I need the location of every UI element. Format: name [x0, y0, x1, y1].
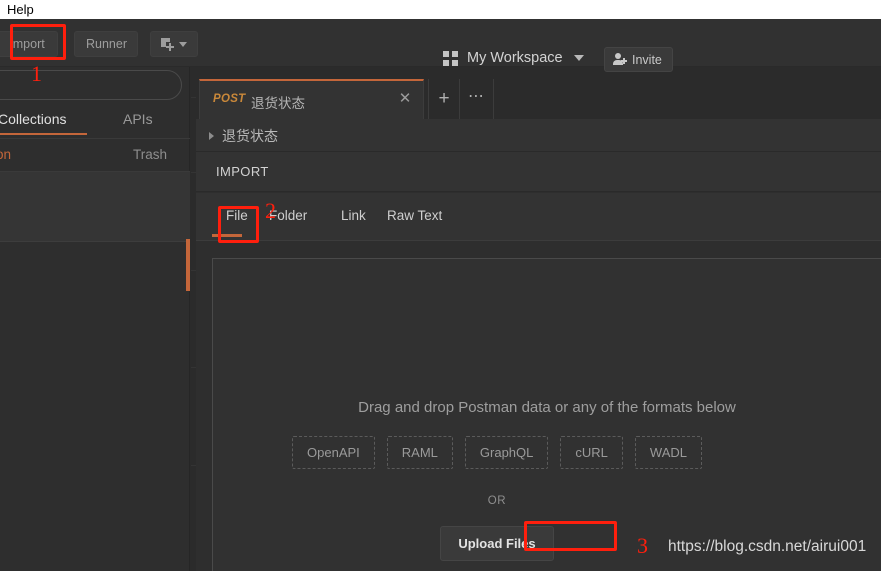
request-method-badge: POST [213, 93, 246, 105]
sidebar-tab-collections-label: Collections [0, 111, 67, 127]
format-chip-list: OpenAPI RAML GraphQL cURL WADL [213, 436, 881, 469]
person-add-icon [613, 53, 627, 66]
sidebar-tab-apis[interactable]: APIs [123, 111, 153, 127]
request-tabstrip: POST 退货状态 ✕ + ⋯ [196, 78, 881, 119]
format-chip-wadl[interactable]: WADL [634, 436, 702, 469]
app-window: Help Import Runner My Workspace Invite C… [0, 0, 881, 571]
workspace-label: My Workspace [467, 50, 563, 66]
active-tab-underline [212, 234, 242, 237]
page-title: IMPORT [216, 164, 269, 179]
breadcrumb: 退货状态 [196, 119, 881, 152]
sidebar-search[interactable] [0, 70, 182, 100]
annotation-number-3: 3 [637, 533, 648, 558]
new-button[interactable] [150, 31, 198, 57]
invite-label: Invite [632, 52, 662, 67]
new-square-plus-icon [161, 37, 175, 51]
breadcrumb-label: 退货状态 [222, 128, 278, 144]
import-button[interactable]: Import [0, 31, 58, 57]
plus-icon[interactable]: + [428, 79, 460, 119]
tab-raw-text[interactable]: Raw Text [387, 208, 442, 223]
sidebar-tab-collections[interactable]: Collections [0, 111, 87, 135]
search-input[interactable] [0, 70, 182, 100]
watermark-text: https://blog.csdn.net/airui001 [668, 538, 867, 555]
sidebar-actions-row: on Trash [0, 140, 190, 172]
invite-button[interactable]: Invite [604, 47, 673, 72]
close-icon[interactable]: ✕ [398, 91, 412, 106]
chevron-right-icon[interactable] [209, 132, 214, 140]
upload-files-button[interactable]: Upload Files [440, 526, 554, 561]
trash-link[interactable]: Trash [133, 147, 167, 162]
request-tab-title: 退货状态 [251, 96, 305, 111]
sidebar-scrollbar[interactable] [186, 239, 190, 291]
tab-file-label: File [226, 208, 248, 223]
ellipsis-icon[interactable]: ⋯ [460, 79, 494, 119]
format-chip-raml[interactable]: RAML [386, 436, 453, 469]
os-menubar: Help [0, 0, 881, 19]
tab-link[interactable]: Link [341, 208, 366, 223]
grid-icon [443, 50, 458, 66]
annotation-number-2: 2 [265, 198, 276, 223]
format-chip-openapi[interactable]: OpenAPI [292, 436, 375, 469]
format-chip-curl[interactable]: cURL [560, 436, 623, 469]
or-separator-label: OR [487, 495, 507, 507]
request-tab[interactable]: POST 退货状态 ✕ [199, 79, 424, 119]
tab-file[interactable]: File [212, 208, 248, 237]
annotation-number-1: 1 [31, 61, 42, 86]
chevron-down-icon [573, 55, 584, 61]
runner-button[interactable]: Runner [74, 31, 138, 57]
sidebar: Collections APIs on Trash 用 [0, 67, 190, 571]
menubar-item-help[interactable]: Help [4, 1, 37, 18]
chevron-down-icon [179, 41, 187, 47]
workspace-selector[interactable]: My Workspace [443, 46, 584, 70]
list-item[interactable]: 用 [0, 172, 190, 242]
app-toolbar: Import Runner My Workspace Invite [0, 19, 881, 72]
file-dropzone[interactable]: Drag and drop Postman data or any of the… [212, 258, 881, 571]
import-tabs: File Folder Link Raw Text [196, 193, 881, 241]
active-tab-underline [0, 133, 87, 135]
import-panel-header: IMPORT [196, 152, 881, 192]
dropzone-title: Drag and drop Postman data or any of the… [358, 399, 736, 416]
sidebar-tabs: Collections APIs [0, 109, 190, 139]
format-chip-graphql[interactable]: GraphQL [464, 436, 549, 469]
import-panel: IMPORT File Folder Link Raw Text Drag an… [196, 152, 881, 571]
new-collection-link[interactable]: on [0, 147, 11, 162]
